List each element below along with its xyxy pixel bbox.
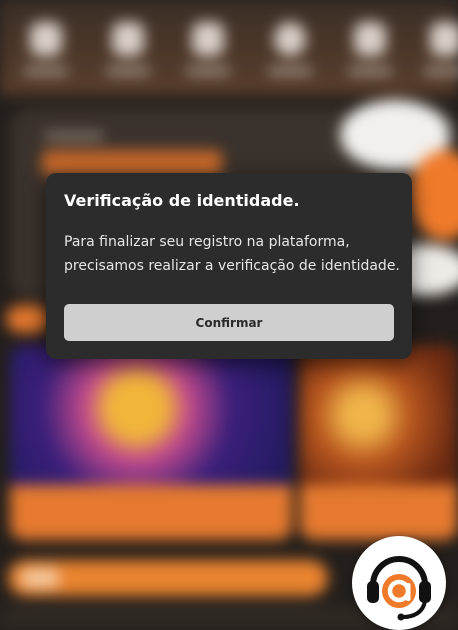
identity-verification-dialog: Verificação de identidade. Para finaliza… xyxy=(46,173,412,359)
nav-item xyxy=(266,22,314,84)
category-pill xyxy=(6,305,50,333)
nav-icon xyxy=(354,22,386,56)
dialog-message-line: Para finalizar seu registro na plataform… xyxy=(64,234,350,250)
dialog-message-line: precisamos realizar a verificação de ide… xyxy=(64,258,400,274)
dialog-title: Verificação de identidade. xyxy=(64,191,300,210)
nav-item xyxy=(184,22,232,84)
headset-support-icon xyxy=(367,556,431,621)
nav-item xyxy=(422,22,458,84)
nav-icon xyxy=(192,22,224,56)
dialog-message: Para finalizar seu registro na plataform… xyxy=(64,230,404,278)
game-card xyxy=(300,345,458,540)
nav-icon xyxy=(30,22,62,56)
support-chat-button[interactable] xyxy=(352,536,446,630)
nav-item xyxy=(22,22,70,84)
game-thumbnail xyxy=(300,345,458,485)
nav-item xyxy=(346,22,394,84)
nav-icon xyxy=(274,22,306,56)
game-thumbnail xyxy=(10,345,292,485)
nav-item xyxy=(104,22,152,84)
game-card xyxy=(10,345,292,540)
nav-icon xyxy=(430,22,458,56)
confirm-button[interactable]: Confirmar xyxy=(64,304,394,341)
nav-icon xyxy=(112,22,144,56)
